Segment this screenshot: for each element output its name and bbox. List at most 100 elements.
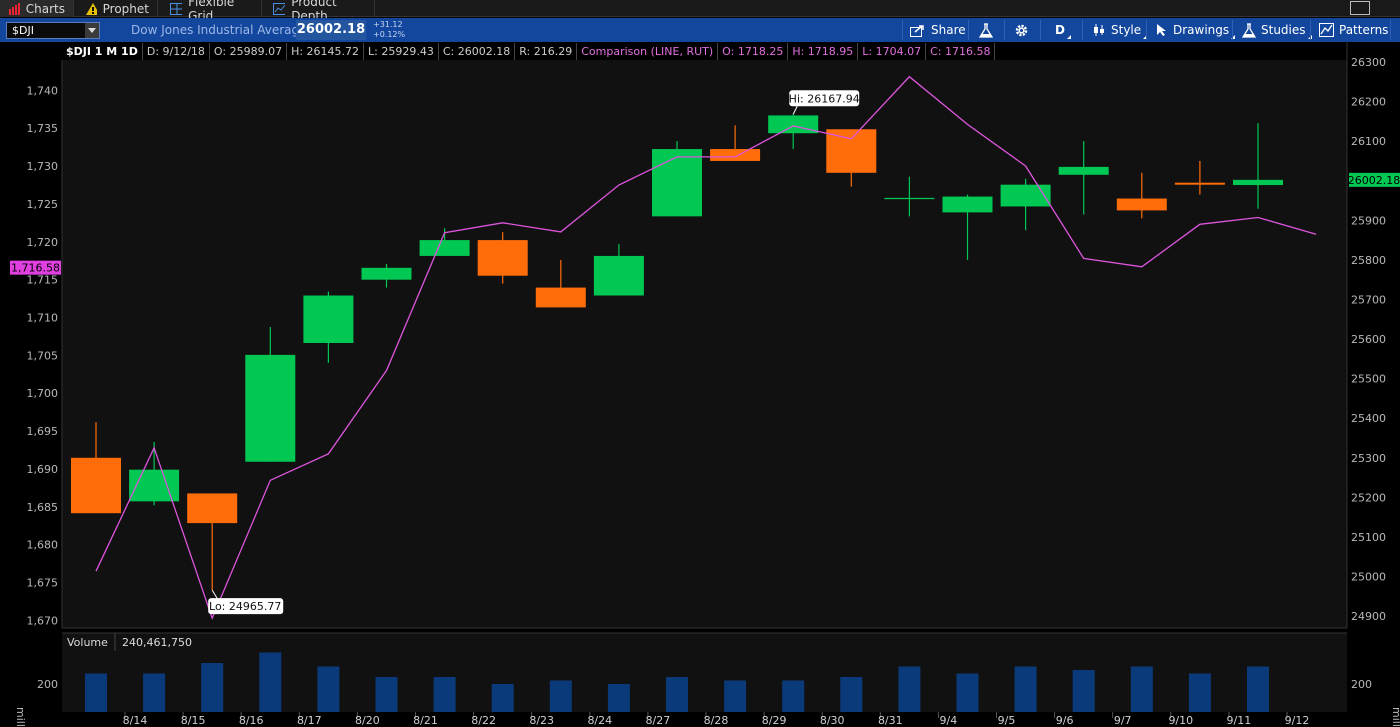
symbol-dropdown-button[interactable] (85, 23, 99, 38)
tab-product-depth[interactable]: Product Depth (265, 0, 375, 23)
candle-body (1058, 166, 1109, 175)
price-panel (62, 60, 1347, 628)
volume-bar (491, 684, 514, 712)
candle-body (303, 295, 354, 344)
date-tick-label: 9/12 (1285, 714, 1310, 727)
price-tick-label: 25100 (1351, 531, 1386, 544)
price-chart[interactable]: 1,670 1,675 1,680 1,685 1,690 1,695 1,700 1,705… (0, 42, 1400, 727)
toolbar-separator (902, 20, 903, 40)
comparison-tick-label: 1,675 (27, 577, 59, 590)
toolbar-separator (1040, 20, 1041, 40)
chart-toolbar: $DJI Dow Jones Industrial Average 26002.… (0, 18, 1400, 42)
price-tick-label: 25400 (1351, 412, 1386, 425)
gear-icon (1015, 24, 1028, 36)
volume-bar (85, 673, 107, 712)
volume-bar (1014, 666, 1037, 712)
company-name: Dow Jones Industrial Average (131, 23, 307, 37)
date-tick-label: 8/14 (123, 714, 148, 727)
style-button[interactable]: Style (1092, 18, 1148, 42)
share-icon (910, 24, 924, 37)
bar-chart-icon (9, 2, 20, 15)
patterns-icon (1319, 23, 1334, 37)
candle-body (1174, 182, 1225, 185)
date-tick-label: 8/30 (820, 714, 845, 727)
candle-body (942, 196, 993, 213)
date-tick-label: 9/4 (940, 714, 958, 727)
date-tick-label: 8/16 (239, 714, 264, 727)
candle-body (1233, 179, 1283, 186)
window-restore-button[interactable] (1350, 1, 1370, 15)
candle-body (768, 115, 819, 134)
volume-unit-left: millions (14, 707, 27, 727)
tab-flexible-grid[interactable]: Flexible Grid (162, 0, 262, 23)
volume-bar (724, 680, 747, 712)
comparison-tick-label: 1,670 (27, 614, 59, 627)
patterns-button[interactable]: Patterns (1319, 18, 1388, 42)
period-label: D (1055, 23, 1065, 37)
tab-charts[interactable]: Charts (0, 0, 74, 17)
date-tick-label: 8/22 (471, 714, 496, 727)
date-tick-label: 8/15 (181, 714, 206, 727)
comparison-tick-label: 1,690 (27, 463, 59, 476)
comparison-tick-label: 1,710 (27, 311, 59, 324)
share-button[interactable]: Share (910, 18, 966, 42)
volume-bar (840, 677, 863, 712)
symbol-value: $DJI (12, 24, 34, 37)
toolbar-separator (968, 20, 969, 40)
settings-button[interactable] (1014, 18, 1029, 42)
comparison-tick-label: 1,685 (27, 501, 59, 514)
comparison-tick-label: 1,725 (27, 198, 59, 211)
comparison-tick-label: 1,740 (27, 84, 59, 97)
date-tick-label: 9/7 (1114, 714, 1132, 727)
flask-button[interactable] (979, 18, 993, 42)
tab-label: Prophet (102, 1, 149, 16)
last-price: 26002.18 (296, 20, 366, 40)
symbol-input[interactable]: $DJI (6, 22, 100, 39)
corner-arrow-icon (1066, 35, 1071, 39)
comparison-axis: 1,670 1,675 1,680 1,685 1,690 1,695 1,700 1,705… (27, 84, 59, 627)
date-tick-label: 9/11 (1227, 714, 1252, 727)
share-label: Share (931, 23, 966, 37)
volume-bar (1072, 670, 1095, 712)
candle-body (419, 240, 470, 256)
price-axis: 24900 25000 25100 25200 25300 25400 25500 25600… (1351, 56, 1386, 623)
date-tick-label: 8/20 (355, 714, 380, 727)
volume-bar (666, 677, 688, 712)
flask-icon (1242, 22, 1256, 38)
volume-bar (782, 680, 805, 712)
period-button[interactable]: D (1055, 18, 1071, 42)
candle-body (1116, 198, 1167, 211)
date-tick-label: 8/29 (762, 714, 787, 727)
price-tick-label: 25200 (1351, 491, 1386, 504)
style-label: Style (1111, 23, 1142, 37)
comparison-price-badge-label: 1,716.58 (11, 262, 60, 275)
grid-icon (170, 2, 183, 15)
comparison-tick-label: 1,705 (27, 349, 59, 362)
volume-bar (317, 666, 340, 712)
app-tab-bar: Charts Prophet Flexible Grid Product Dep… (0, 0, 1400, 23)
candle-body (361, 267, 412, 280)
candle-body (71, 457, 121, 514)
comparison-tick-label: 1,695 (27, 425, 59, 438)
cursor-icon (1157, 24, 1166, 36)
volume-bar (259, 652, 282, 712)
price-tick-label: 25700 (1351, 293, 1386, 306)
volume-bar (607, 684, 630, 712)
flask-icon (979, 22, 993, 38)
date-tick-label: 8/23 (529, 714, 554, 727)
drawings-button[interactable]: Drawings (1156, 18, 1236, 42)
price-tick-label: 25000 (1351, 571, 1386, 584)
candle-body (593, 255, 644, 296)
price-tick-label: 25900 (1351, 214, 1386, 227)
studies-button[interactable]: Studies (1242, 18, 1312, 42)
comparison-tick-label: 1,730 (27, 160, 59, 173)
volume-tick-label: 200 (37, 678, 58, 691)
tab-prophet[interactable]: Prophet (78, 0, 158, 17)
date-tick-label: 8/21 (413, 714, 438, 727)
volume-bar (143, 673, 166, 712)
date-tick-label: 8/28 (704, 714, 729, 727)
candle-body (710, 149, 761, 161)
volume-unit-right: millions (1390, 707, 1400, 727)
date-tick-label: 8/17 (297, 714, 322, 727)
volume-bar (956, 673, 979, 712)
